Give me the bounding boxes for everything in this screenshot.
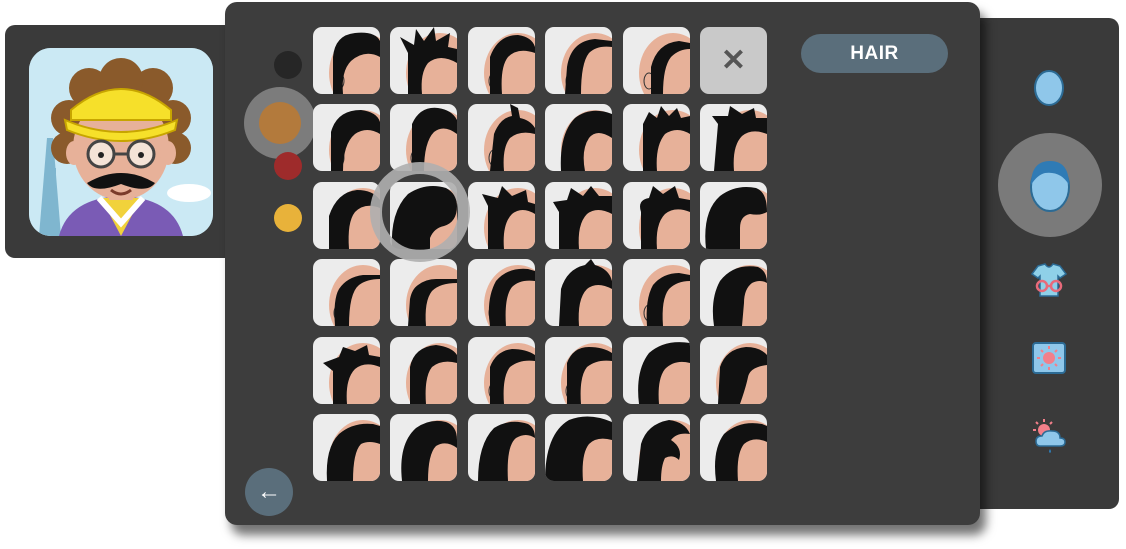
hair-color-brown[interactable]	[259, 102, 301, 144]
no-hair-option[interactable]: ✕	[700, 27, 767, 94]
hair-style-option[interactable]	[622, 259, 690, 327]
hair-style-option[interactable]	[700, 336, 767, 404]
hair-style-option[interactable]	[700, 104, 767, 172]
avatar-preview	[29, 48, 213, 236]
hair-style-option[interactable]	[313, 181, 380, 249]
hair-style-option[interactable]	[313, 104, 380, 172]
face-shape-icon	[1034, 70, 1064, 106]
face-shape-button[interactable]	[1024, 68, 1074, 108]
hair-color-black[interactable]	[274, 51, 302, 79]
category-label[interactable]: HAIR	[801, 34, 948, 73]
hair-style-option[interactable]	[622, 104, 690, 172]
hair-category-button[interactable]	[998, 133, 1102, 237]
hair-style-option[interactable]	[390, 27, 458, 94]
hair-style-option[interactable]	[622, 27, 690, 94]
hair-style-option[interactable]	[313, 414, 380, 481]
hair-style-option[interactable]	[545, 336, 613, 404]
hair-style-option[interactable]	[467, 336, 535, 404]
outfit-button[interactable]	[1024, 260, 1074, 300]
hair-editor-panel: ✕ HAIR ←	[225, 2, 980, 525]
background-scene-icon	[1032, 342, 1066, 374]
hair-style-option[interactable]	[390, 414, 458, 481]
hair-style-option[interactable]	[390, 181, 458, 249]
hair-style-option[interactable]	[700, 414, 767, 481]
hair-style-option[interactable]	[545, 259, 613, 327]
hair-style-option[interactable]	[313, 336, 380, 404]
hair-style-option[interactable]	[467, 104, 535, 172]
hair-style-option[interactable]	[545, 104, 613, 172]
hair-style-option[interactable]	[390, 336, 458, 404]
hair-color-blonde[interactable]	[274, 204, 302, 232]
hair-color-red[interactable]	[274, 152, 302, 180]
hair-style-option[interactable]	[467, 27, 535, 94]
hair-style-option[interactable]	[545, 181, 613, 249]
hair-style-option[interactable]	[390, 259, 458, 327]
hair-style-option[interactable]	[313, 259, 380, 327]
background-scene-button[interactable]	[1024, 338, 1074, 378]
outfit-icon	[1030, 263, 1068, 297]
category-sidebar	[960, 18, 1119, 509]
back-button[interactable]: ←	[245, 468, 293, 516]
hair-style-option[interactable]	[467, 259, 535, 327]
hair-style-option[interactable]	[622, 336, 690, 404]
hair-style-option[interactable]	[622, 414, 690, 481]
hair-icon	[1030, 161, 1070, 212]
hair-style-option[interactable]	[622, 181, 690, 249]
weather-button[interactable]	[1024, 416, 1074, 456]
hair-style-option[interactable]	[700, 181, 767, 249]
hair-style-option[interactable]	[313, 27, 380, 94]
hair-style-option[interactable]	[467, 414, 535, 481]
close-icon: ✕	[720, 44, 747, 77]
weather-icon	[1033, 419, 1066, 453]
hair-style-option[interactable]	[467, 181, 535, 249]
hair-style-option[interactable]	[545, 27, 613, 94]
hair-style-option[interactable]	[545, 414, 613, 481]
hair-style-option[interactable]	[390, 104, 458, 172]
hair-style-option[interactable]	[700, 259, 767, 327]
back-arrow-icon: ←	[257, 478, 281, 505]
avatar-image	[29, 48, 213, 236]
